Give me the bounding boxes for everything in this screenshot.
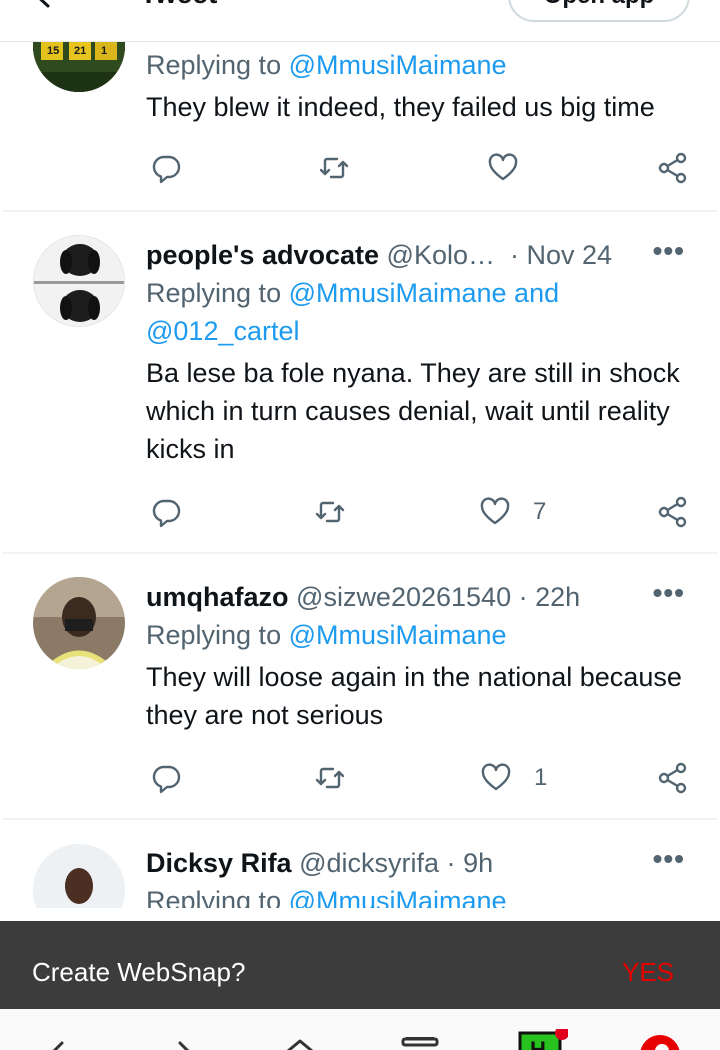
tweet-4[interactable]: Dicksy Rifa @dicksyrifa · 9h ••• Replyin… bbox=[3, 820, 717, 908]
vodafone-logo-icon[interactable] bbox=[638, 1033, 682, 1050]
retweet-icon bbox=[319, 157, 349, 179]
like-icon bbox=[488, 153, 518, 181]
replying-to: Replying to @MmusiMaimane bbox=[146, 882, 687, 908]
user-handle[interactable]: @Kolo… bbox=[387, 240, 495, 270]
retweet-button[interactable] bbox=[314, 758, 346, 798]
more-icon[interactable]: ••• bbox=[653, 236, 685, 266]
reply-button[interactable] bbox=[150, 492, 182, 532]
avatar[interactable] bbox=[33, 235, 125, 327]
replying-to-label: Replying to bbox=[146, 278, 289, 308]
share-icon bbox=[658, 152, 687, 184]
tweet-actions bbox=[146, 148, 691, 188]
retweet-button[interactable] bbox=[314, 492, 346, 532]
user-handle[interactable]: @sizwe20261540 bbox=[296, 582, 511, 612]
tweet-3[interactable]: umqhafazo @sizwe20261540 · 22h ••• Reply… bbox=[3, 554, 717, 820]
nav-tabs-icon[interactable] bbox=[400, 1037, 440, 1050]
tweet-header: people's advocate @Kolo… · Nov 24 bbox=[146, 236, 687, 274]
retweet-icon bbox=[315, 501, 345, 523]
like-count: 7 bbox=[533, 498, 547, 525]
replying-to: Replying to @MmusiMaimane bbox=[146, 46, 687, 84]
like-button[interactable]: 7 bbox=[479, 492, 546, 532]
share-button[interactable] bbox=[657, 148, 689, 188]
tweet-time[interactable]: 22h bbox=[535, 582, 580, 612]
reply-icon bbox=[152, 499, 181, 528]
reply-mentions[interactable]: @MmusiMaimane bbox=[289, 886, 507, 908]
display-name[interactable]: Dicksy Rifa bbox=[146, 848, 292, 878]
retweet-icon bbox=[315, 767, 345, 789]
reply-mentions[interactable]: @MmusiMaimane bbox=[289, 50, 507, 80]
nav-forward-icon[interactable] bbox=[166, 1037, 206, 1050]
svg-text:15: 15 bbox=[47, 45, 59, 57]
like-count: 1 bbox=[534, 764, 548, 791]
reply-icon bbox=[152, 155, 181, 184]
reply-button[interactable] bbox=[150, 148, 182, 188]
replying-to-label: Replying to bbox=[146, 50, 289, 80]
separator-dot: · bbox=[446, 848, 456, 878]
share-icon bbox=[658, 496, 687, 528]
top-header: Tweet Open app bbox=[0, 0, 720, 42]
reply-mentions[interactable]: @MmusiMaimane bbox=[289, 620, 507, 650]
tweet-actions: 1 bbox=[146, 758, 691, 798]
reply-icon bbox=[152, 765, 181, 794]
display-name[interactable]: umqhafazo bbox=[146, 582, 289, 612]
svg-text:1: 1 bbox=[101, 45, 107, 57]
replying-to-label: Replying to bbox=[146, 886, 289, 908]
nav-back-icon[interactable] bbox=[38, 1037, 78, 1050]
replying-to: Replying to @MmusiMaimane bbox=[146, 616, 687, 654]
reply-feed: 15 21 1 Replying to @MmusiMaimane They b… bbox=[0, 0, 720, 908]
share-button[interactable] bbox=[657, 758, 689, 798]
separator-dot: · bbox=[510, 240, 519, 270]
websnap-yes-button[interactable]: YES bbox=[622, 957, 674, 988]
browser-nav-bar: H bbox=[0, 1009, 720, 1050]
display-name[interactable]: people's advocate bbox=[146, 240, 379, 270]
tweet-time[interactable]: 9h bbox=[463, 848, 493, 878]
retweet-button[interactable] bbox=[318, 148, 350, 188]
avatar[interactable] bbox=[33, 577, 125, 669]
share-button[interactable] bbox=[657, 492, 689, 532]
share-icon bbox=[658, 762, 687, 794]
user-handle[interactable]: @dicksyrifa bbox=[299, 848, 439, 878]
replying-to-label: Replying to bbox=[146, 620, 289, 650]
websnap-prompt: Create WebSnap? YES bbox=[0, 921, 720, 1009]
svg-text:H: H bbox=[530, 1037, 546, 1050]
tweet-header: Dicksy Rifa @dicksyrifa · 9h bbox=[146, 844, 687, 882]
more-icon[interactable]: ••• bbox=[653, 578, 685, 608]
nav-home-icon[interactable] bbox=[280, 1037, 320, 1050]
tweet-header: umqhafazo @sizwe20261540 · 22h bbox=[146, 578, 687, 616]
svg-text:21: 21 bbox=[74, 45, 86, 57]
like-button[interactable]: 1 bbox=[480, 758, 547, 798]
page-title: Tweet bbox=[140, 0, 217, 10]
tweet-actions: 7 bbox=[146, 492, 691, 532]
tweet-time[interactable]: Nov 24 bbox=[527, 240, 613, 270]
like-icon bbox=[481, 763, 511, 791]
back-arrow-icon[interactable] bbox=[28, 0, 58, 10]
open-app-button[interactable]: Open app bbox=[508, 0, 690, 22]
tweet-text: They blew it indeed, they failed us big … bbox=[146, 92, 655, 122]
more-icon[interactable]: ••• bbox=[653, 844, 685, 874]
avatar[interactable] bbox=[33, 844, 125, 908]
like-button[interactable] bbox=[487, 148, 541, 188]
nav-app-icon[interactable]: H bbox=[518, 1029, 568, 1050]
replying-to: Replying to @MmusiMaimane and @012_carte… bbox=[146, 274, 687, 350]
tweet-text: Ba lese ba fole nyana. They are still in… bbox=[146, 358, 680, 464]
tweet-2[interactable]: people's advocate @Kolo… · Nov 24 ••• Re… bbox=[3, 212, 717, 554]
tweet-text: They will loose again in the national be… bbox=[146, 662, 682, 730]
reply-button[interactable] bbox=[150, 758, 182, 798]
like-icon bbox=[480, 497, 510, 525]
separator-dot: · bbox=[518, 582, 528, 612]
websnap-label: Create WebSnap? bbox=[32, 957, 246, 987]
